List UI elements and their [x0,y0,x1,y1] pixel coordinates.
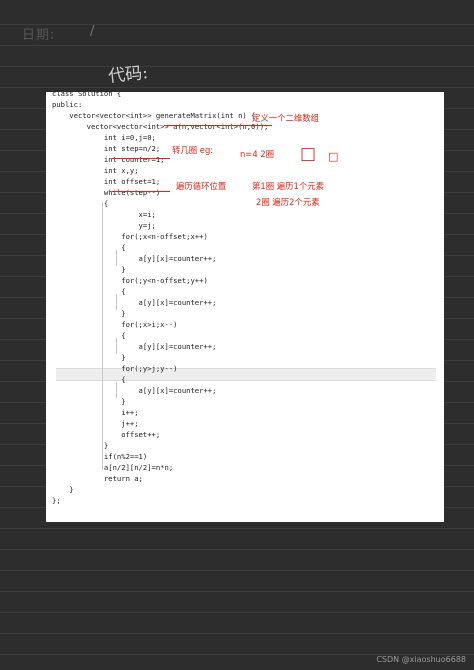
code-line: } [52,309,126,318]
code-line: int step=n/2; [52,144,161,153]
code-line: } [52,353,126,362]
sketch-square-icon: □ [300,144,317,164]
annotation-first-round: 第1圈 遍历1个元素 [252,181,324,191]
code-line: vector<vector<int>> a(n,vector<int>(n,0)… [52,122,269,131]
code-line: if(n%2==1) [52,452,148,461]
code-line: y=j; [52,221,156,230]
code-line: a[n/2][n/2]=n*n; [52,463,174,472]
code-line: x=i; [52,210,156,219]
date-label: 日期: [22,28,56,43]
code-line: a[y][x]=counter++; [52,298,217,307]
sketch-small-square-icon: □ [328,150,339,163]
code-line: while(step--) [52,188,161,197]
code-line: }; [52,496,61,505]
date-separator: / [90,24,95,39]
code-line: } [52,485,74,494]
code-line: for(;y>j;y--) [52,364,178,373]
code-line: for(;x>i;x--) [52,320,178,329]
csdn-watermark: CSDN @xiaoshuo6688 [376,655,466,664]
underline-mark [112,158,170,159]
annotation-example: n=4 2圈 [240,149,275,159]
code-line: int i=0,j=0; [52,133,156,142]
code-line: a[y][x]=counter++; [52,254,217,263]
code-line: for(;x<n-offset;x++) [52,232,208,241]
code-line: j++; [52,419,139,428]
code-line: i++; [52,408,139,417]
code-line: { [52,199,109,208]
code-line: int counter=1; [52,155,165,164]
annotation-define-array: 定义一个二维数组 [252,113,319,123]
code-line: return a; [52,474,143,483]
code-line: { [52,331,126,340]
handwritten-heading: 代码: [107,62,149,88]
code-line: offset++; [52,430,161,439]
annotation-second-round: 2圈 遍历2个元素 [256,197,320,207]
code-line: vector<vector<int>> generateMatrix(int n… [52,111,256,120]
code-line: } [52,441,109,450]
code-line: { [52,375,126,384]
code-line: a[y][x]=counter++; [52,342,217,351]
code-screenshot: class Solution { public: vector<vector<in… [46,92,444,522]
code-line: public: [52,100,83,109]
code-line: } [52,397,126,406]
code-line: class Solution { [52,92,122,98]
code-line: { [52,243,126,252]
underline-mark [164,125,272,126]
annotation-loop-position: 遍历循环位置 [176,181,227,191]
underline-mark [112,191,170,192]
code-line: a[y][x]=counter++; [52,386,217,395]
code-line: } [52,265,126,274]
annotation-turns: 转几圈 eg: [172,145,214,155]
code-line: int x,y; [52,166,139,175]
code-line: for(;y<n-offset;y++) [52,276,208,285]
code-line: { [52,287,126,296]
code-line: int offset=1; [52,177,161,186]
